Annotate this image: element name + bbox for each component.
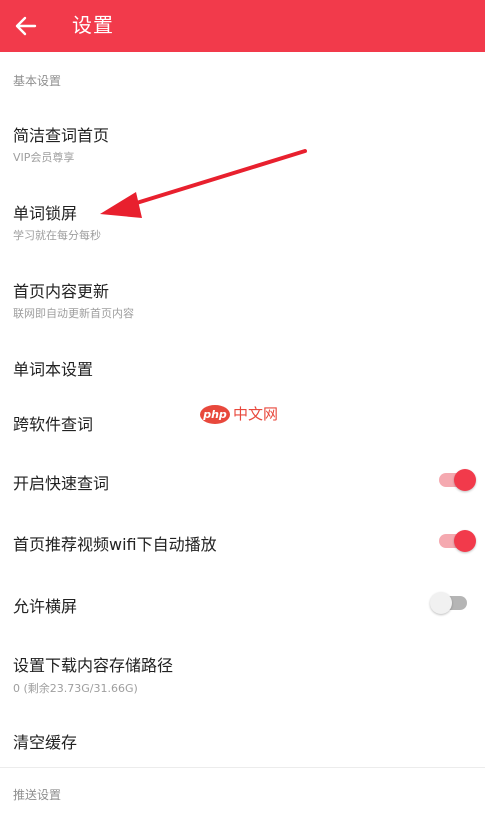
section-divider xyxy=(0,767,485,768)
setting-label: 简洁查词首页 xyxy=(13,126,110,145)
section-header-basic: 基本设置 xyxy=(13,74,62,88)
setting-label: 开启快速查词 xyxy=(13,474,110,493)
toggle-thumb xyxy=(454,469,476,491)
setting-description: VIP会员尊享 xyxy=(13,151,75,164)
setting-clear-cache[interactable]: 清空缓存 xyxy=(0,718,485,764)
setting-description: 0 (剩余23.73G/31.66G) xyxy=(13,682,138,695)
setting-quick-lookup[interactable]: 开启快速查词 xyxy=(0,458,485,508)
arrow-left-icon xyxy=(15,16,37,36)
toggle-thumb xyxy=(454,530,476,552)
setting-label: 设置下载内容存储路径 xyxy=(13,656,174,675)
setting-video-autoplay[interactable]: 首页推荐视频wifi下自动播放 xyxy=(0,519,485,569)
setting-description: 学习就在每分每秒 xyxy=(13,229,101,242)
setting-description: 联网即自动更新首页内容 xyxy=(13,307,134,320)
setting-home-update[interactable]: 首页内容更新 联网即自动更新首页内容 xyxy=(0,264,485,330)
setting-label: 首页推荐视频wifi下自动播放 xyxy=(13,535,217,554)
setting-word-lock[interactable]: 单词锁屏 学习就在每分每秒 xyxy=(0,186,485,252)
setting-label: 跨软件查词 xyxy=(13,415,94,434)
setting-landscape[interactable]: 允许横屏 xyxy=(0,581,485,631)
setting-label: 单词本设置 xyxy=(13,360,94,379)
page-title: 设置 xyxy=(72,13,114,37)
setting-download-path[interactable]: 设置下载内容存储路径 0 (剩余23.73G/31.66G) xyxy=(0,640,485,706)
setting-label: 允许横屏 xyxy=(13,597,78,616)
landscape-toggle[interactable] xyxy=(430,591,469,615)
autoplay-toggle[interactable] xyxy=(439,529,476,553)
app-bar: 设置 xyxy=(0,0,485,52)
back-button[interactable] xyxy=(12,12,40,40)
watermark-logo: php xyxy=(200,405,230,424)
setting-label: 首页内容更新 xyxy=(13,282,110,301)
quick-lookup-toggle[interactable] xyxy=(439,468,476,492)
setting-simple-home[interactable]: 简洁查词首页 VIP会员尊享 xyxy=(0,108,485,174)
setting-label: 单词锁屏 xyxy=(13,204,78,223)
setting-label: 清空缓存 xyxy=(13,733,78,752)
section-header-push: 推送设置 xyxy=(13,788,62,802)
toggle-thumb xyxy=(430,592,452,614)
setting-wordbook[interactable]: 单词本设置 xyxy=(0,344,485,394)
watermark-text: 中文网 xyxy=(233,405,279,423)
